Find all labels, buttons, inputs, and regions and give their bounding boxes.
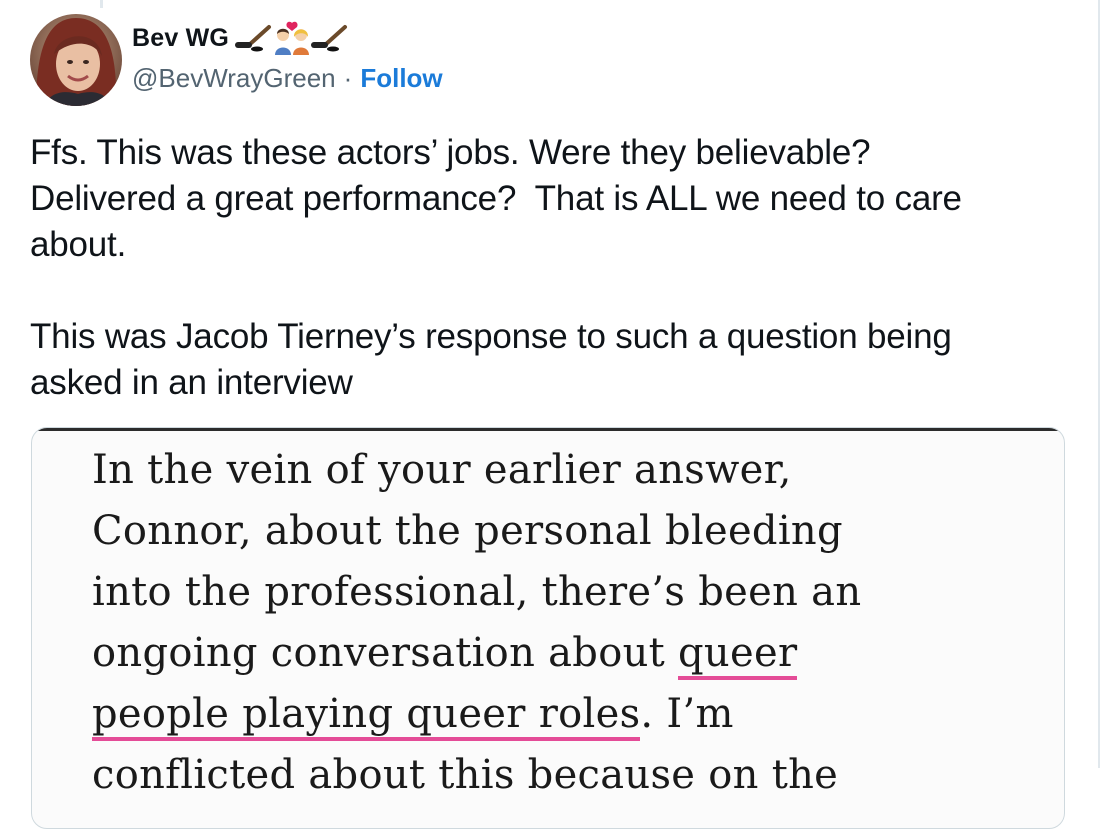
follow-button[interactable]: Follow bbox=[360, 63, 442, 94]
hockey-stick-icon bbox=[311, 25, 348, 52]
quote-text-segment: into the professional, there’s been an bbox=[92, 569, 862, 615]
avatar[interactable] bbox=[30, 14, 122, 106]
frame-divider bbox=[100, 0, 103, 8]
couple-with-heart-icon bbox=[275, 21, 310, 55]
quote-line: people playing queer roles. I’m bbox=[92, 684, 992, 745]
highlighted-phrase: people playing queer roles bbox=[92, 691, 641, 741]
quote-line: into the professional, there’s been an bbox=[92, 562, 992, 623]
user-handle[interactable]: @BevWrayGreen bbox=[132, 63, 336, 94]
emoji-badges bbox=[235, 21, 349, 55]
tweet-paragraph: Ffs. This was these actors’ jobs. Were t… bbox=[30, 133, 962, 264]
tweet-paragraph: This was Jacob Tierney’s response to suc… bbox=[30, 317, 952, 402]
tweet-text: Ffs. This was these actors’ jobs. Were t… bbox=[30, 130, 1070, 406]
card-edge bbox=[32, 428, 1064, 431]
avatar-photo bbox=[30, 14, 122, 106]
quote-line: Connor, about the personal bleeding bbox=[92, 501, 992, 562]
handle-row: @BevWrayGreen · Follow bbox=[132, 58, 443, 98]
separator-dot: · bbox=[343, 62, 353, 93]
quote-line: conflicted about this because on the bbox=[92, 745, 992, 806]
highlighted-phrase: queer bbox=[678, 630, 798, 680]
quote-text-segment: conflicted about this because on the bbox=[92, 752, 839, 798]
quote-text-segment: In the vein of your earlier answer, bbox=[92, 447, 792, 493]
quote-text-segment: ongoing conversation about bbox=[92, 630, 679, 676]
quote-text-segment: Connor, about the personal bleeding bbox=[92, 508, 843, 554]
display-name[interactable]: Bev WG bbox=[132, 24, 229, 53]
quote-text-segment: . I’m bbox=[640, 691, 734, 737]
name-row: Bev WG bbox=[132, 18, 443, 58]
media-image[interactable]: In the vein of your earlier answer, Conno… bbox=[31, 427, 1065, 829]
quoted-article-text: In the vein of your earlier answer, Conno… bbox=[92, 440, 992, 806]
quote-line: In the vein of your earlier answer, bbox=[92, 440, 992, 501]
quote-line: ongoing conversation about queer bbox=[92, 623, 992, 684]
hockey-stick-icon bbox=[235, 25, 272, 52]
user-info: Bev WG @BevWrayGreen · Follow bbox=[132, 18, 443, 98]
tweet-header: Bev WG @BevWrayGreen · Follow bbox=[30, 14, 443, 106]
